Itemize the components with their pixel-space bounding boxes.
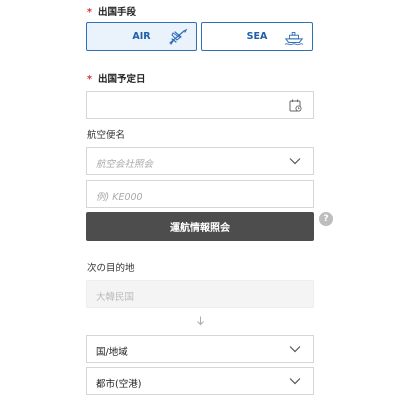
- required-mark: *: [87, 7, 92, 18]
- region-select[interactable]: 国/地域: [86, 335, 314, 363]
- flight-number-input[interactable]: 例) KE000: [86, 180, 314, 208]
- departure-method-label: * 出国手段: [87, 7, 136, 18]
- next-destination-label: 次の目的地: [87, 263, 135, 274]
- airplane-icon: [169, 28, 188, 45]
- flight-info-query-button[interactable]: 運航情報照会: [86, 212, 314, 241]
- sea-option-button[interactable]: SEA: [201, 22, 313, 51]
- departure-date-label: * 出国予定日: [87, 74, 146, 85]
- ship-icon: [284, 32, 304, 46]
- flight-label: 航空便名: [87, 130, 126, 141]
- required-mark: *: [87, 74, 92, 85]
- chevron-down-icon: [289, 158, 301, 165]
- help-icon[interactable]: ?: [319, 212, 333, 226]
- arrow-down-icon: [197, 316, 204, 326]
- city-select[interactable]: 都市(空港): [86, 367, 314, 395]
- calendar-icon[interactable]: [289, 99, 302, 112]
- country-field-disabled: 大韓民国: [86, 280, 314, 308]
- departure-date-field[interactable]: [86, 91, 314, 119]
- chevron-down-icon: [289, 346, 301, 353]
- airline-select[interactable]: 航空会社照会: [86, 147, 314, 175]
- air-option-button[interactable]: AIR: [86, 22, 197, 51]
- chevron-down-icon: [289, 378, 301, 385]
